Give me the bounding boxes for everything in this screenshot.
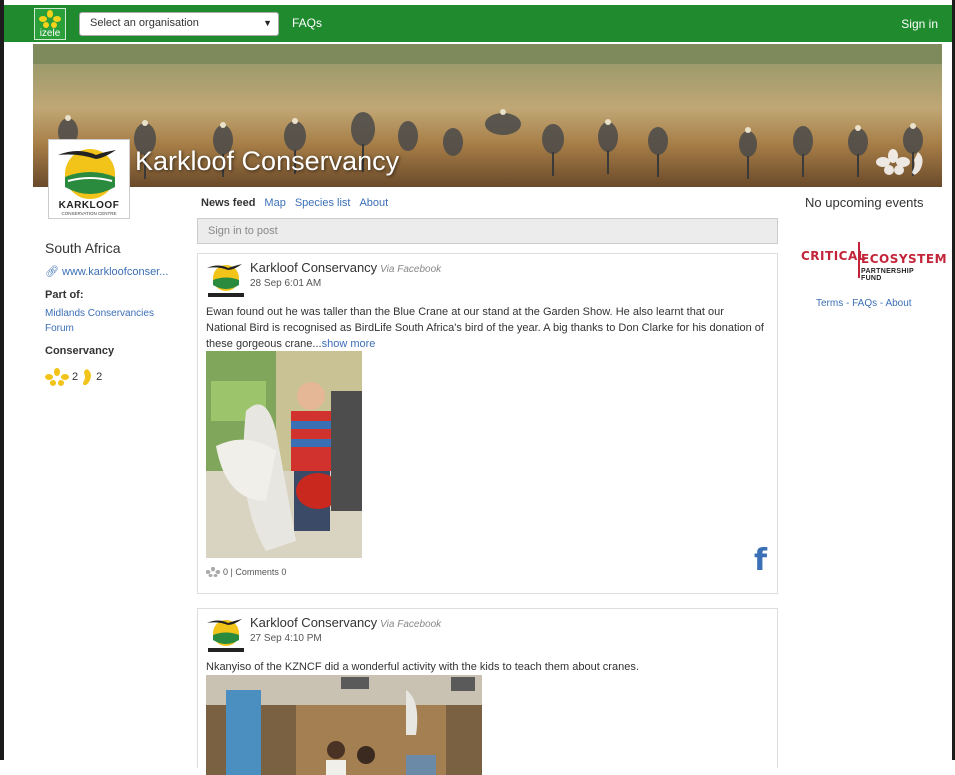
post-text: Nkanyiso of the KZNCF did a wonderful ac… — [206, 661, 639, 673]
organisation-type-heading: Conservancy — [45, 345, 115, 357]
facebook-icon[interactable]: f — [754, 543, 767, 578]
upcoming-events: No upcoming events — [805, 195, 924, 210]
page-title: Karkloof Conservancy — [135, 146, 400, 176]
banner-image: Karkloof Conservancy — [33, 44, 942, 187]
website-link-text: www.karkloofconser... — [62, 266, 169, 278]
faqs-link[interactable]: FAQs — [292, 16, 322, 30]
post-photo-image — [206, 351, 362, 558]
window-frame-left — [0, 0, 4, 760]
footprint-icon — [83, 369, 92, 386]
post-author[interactable]: Karkloof Conservancy Via Facebook — [250, 615, 441, 630]
flower-icon — [39, 10, 61, 28]
organisation-logo: KARKLOOF CONSERVATION CENTRE — [48, 139, 130, 219]
post-stats: 0 | Comments 0 — [206, 567, 286, 577]
partner-word-ecosystem: ECOSYSTEM — [861, 252, 948, 266]
partner-logo-divider — [858, 242, 860, 278]
feed-post: Karkloof Conservancy Via Facebook 27 Sep … — [197, 608, 778, 775]
flower-icon — [45, 368, 69, 386]
sign-in-link[interactable]: Sign in — [901, 17, 938, 31]
post-date: 28 Sep 6:01 AM — [250, 278, 322, 289]
organisation-logo-tagline: CONSERVATION CENTRE — [61, 211, 117, 216]
post-author[interactable]: Karkloof Conservancy Via Facebook — [250, 260, 441, 275]
tab-species-list[interactable]: Species list — [295, 197, 351, 209]
post-photo[interactable] — [206, 351, 362, 558]
post-text: Ewan found out he was taller than the Bl… — [206, 304, 766, 352]
flower-count: 2 — [72, 371, 79, 383]
footer-links[interactable]: Terms - FAQs - About — [816, 298, 912, 309]
post-source: Via Facebook — [380, 619, 442, 630]
flower-icon[interactable] — [206, 567, 220, 577]
part-of-heading: Part of: — [45, 289, 84, 301]
post-source: Via Facebook — [380, 264, 442, 275]
top-navbar: izele Select an organisation ▼ FAQs Sign… — [4, 5, 952, 42]
show-more-link[interactable]: show more — [322, 338, 376, 350]
website-link[interactable]: 🔗︎ www.karkloofconser... — [45, 265, 168, 278]
izele-logo[interactable]: izele — [34, 8, 66, 40]
karkloof-logo-icon — [58, 149, 116, 199]
link-icon: 🔗︎ — [45, 266, 59, 278]
post-avatar — [207, 264, 244, 297]
feed-tabs: News feed Map Species list About — [201, 197, 388, 209]
post-photo[interactable] — [206, 675, 482, 775]
partner-word-critical: CRITICAL — [801, 249, 866, 263]
feed-post: Karkloof Conservancy Via Facebook 28 Sep … — [197, 253, 778, 594]
caret-down-icon: ▼ — [263, 18, 272, 28]
post-author-name: Karkloof Conservancy — [250, 260, 378, 275]
tab-about[interactable]: About — [359, 197, 388, 209]
organisation-logo-name: KARKLOOF — [58, 200, 120, 211]
tab-map[interactable]: Map — [264, 197, 285, 209]
tab-news-feed[interactable]: News feed — [201, 197, 255, 209]
post-body: Ewan found out he was taller than the Bl… — [206, 306, 764, 350]
sign-in-to-post-input[interactable]: Sign in to post — [197, 218, 778, 244]
cepf-partner-logo[interactable]: CRITICAL ECOSYSTEM PARTNERSHIP FUND — [801, 240, 947, 282]
organisation-counts: 2 2 — [45, 368, 102, 386]
organisation-select-value: Select an organisation — [90, 17, 199, 29]
organisation-select[interactable]: Select an organisation ▼ — [79, 12, 279, 36]
post-author-name: Karkloof Conservancy — [250, 615, 378, 630]
post-stats-text[interactable]: 0 | Comments 0 — [223, 567, 286, 577]
post-photo-image — [206, 675, 482, 775]
post-date: 27 Sep 4:10 PM — [250, 633, 322, 644]
part-of-link[interactable]: Midlands Conservancies Forum — [45, 306, 165, 336]
footprint-count: 2 — [96, 371, 103, 383]
country-label: South Africa — [45, 240, 121, 256]
post-avatar — [207, 619, 244, 652]
logo-text: izele — [39, 28, 61, 39]
partner-word-fund: PARTNERSHIP FUND — [861, 268, 914, 282]
